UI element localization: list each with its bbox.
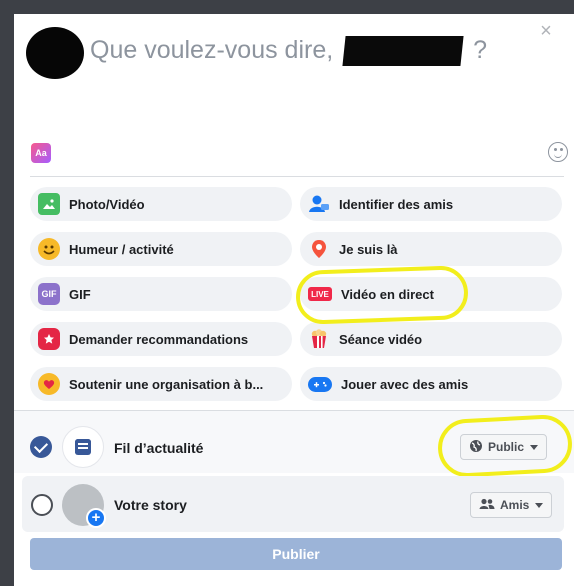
fundraiser-icon	[38, 373, 60, 395]
photo-icon	[38, 193, 60, 215]
live-video-button[interactable]: LIVE Vidéo en direct	[300, 277, 562, 311]
story-label: Votre story	[114, 497, 187, 513]
location-pin-icon	[308, 238, 330, 260]
gif-icon: GIF	[38, 283, 60, 305]
action-label: Photo/Vidéo	[69, 196, 145, 212]
feed-label: Fil d’actualité	[114, 440, 204, 456]
photo-video-button[interactable]: Photo/Vidéo	[30, 187, 292, 221]
divider	[30, 176, 564, 177]
action-label: Jouer avec des amis	[341, 376, 469, 392]
play-with-friends-button[interactable]: Jouer avec des amis	[300, 367, 562, 401]
action-label: GIF	[69, 286, 91, 302]
action-label: Soutenir une organisation à b...	[69, 376, 264, 392]
add-story-icon[interactable]: +	[86, 508, 106, 528]
action-label: Identifier des amis	[339, 196, 454, 212]
chevron-down-icon	[535, 502, 544, 508]
tag-friends-icon	[308, 193, 330, 215]
user-avatar-redacted	[26, 27, 84, 79]
redacted-name	[342, 36, 464, 67]
globe-icon	[469, 439, 483, 456]
story-privacy-dropdown[interactable]: Amis	[470, 492, 553, 518]
gif-button[interactable]: GIF GIF	[30, 277, 292, 311]
action-label: Demander recommandations	[69, 331, 249, 347]
feed-privacy-dropdown[interactable]: Public	[460, 434, 548, 460]
close-icon[interactable]: ×	[536, 21, 556, 41]
prompt-suffix: ?	[473, 36, 487, 64]
action-label: Vidéo en direct	[341, 286, 434, 302]
action-label: Humeur / activité	[69, 241, 174, 257]
news-feed-icon	[62, 426, 104, 468]
feed-checkbox[interactable]	[30, 436, 52, 458]
popcorn-icon	[308, 328, 330, 350]
emoji-icon	[38, 238, 60, 260]
support-nonprofit-button[interactable]: Soutenir une organisation à b...	[30, 367, 292, 401]
feed-privacy-value: Public	[488, 440, 525, 454]
composer-input[interactable]: Que voulez-vous dire, ?	[90, 36, 487, 67]
feeling-activity-button[interactable]: Humeur / activité	[30, 232, 292, 266]
action-label: Séance vidéo	[339, 331, 423, 347]
live-icon: LIVE	[308, 287, 332, 301]
gamepad-icon	[308, 376, 332, 392]
ask-recommendations-button[interactable]: Demander recommandations	[30, 322, 292, 356]
story-checkbox[interactable]	[31, 494, 53, 516]
watch-party-button[interactable]: Séance vidéo	[300, 322, 562, 356]
publish-button[interactable]: Publier	[30, 538, 562, 570]
chevron-down-icon	[530, 444, 539, 450]
friends-icon	[479, 498, 495, 513]
action-label: Je suis là	[339, 241, 398, 257]
prompt-prefix: Que voulez-vous dire,	[90, 36, 334, 64]
story-privacy-value: Amis	[500, 498, 530, 512]
tag-friends-button[interactable]: Identifier des amis	[300, 187, 562, 221]
recommendation-icon	[38, 328, 60, 350]
emoji-picker-icon[interactable]	[548, 142, 568, 162]
text-background-icon[interactable]: Aa	[31, 143, 51, 163]
check-in-button[interactable]: Je suis là	[300, 232, 562, 266]
